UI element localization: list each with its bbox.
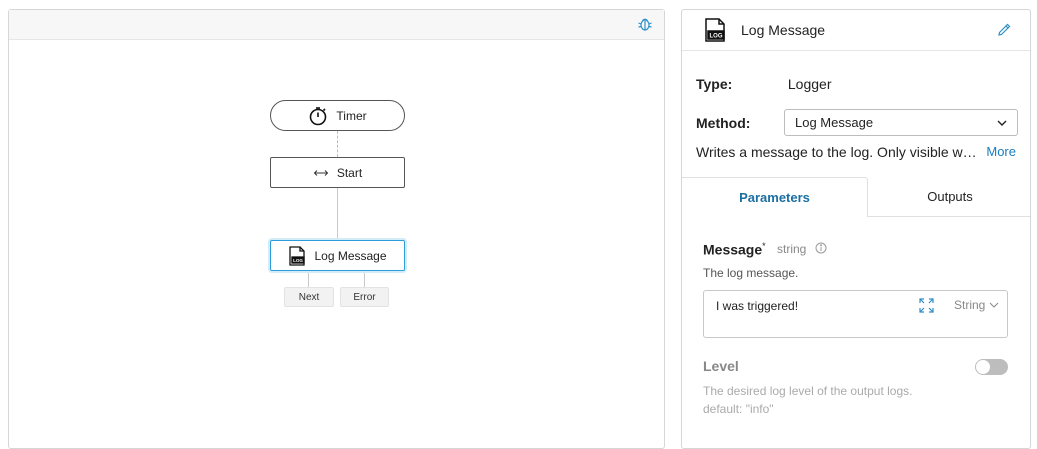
method-row: Method: Log Message <box>696 109 1018 136</box>
timer-start-connector <box>337 131 338 157</box>
error-port[interactable]: Error <box>340 287 389 307</box>
canvas-toolbar <box>9 10 664 40</box>
message-type: string <box>777 242 807 256</box>
panel-title: Log Message <box>741 22 826 38</box>
arrows-horizontal-icon <box>313 169 329 177</box>
message-value: I was triggered! <box>716 299 799 313</box>
chevron-down-icon <box>997 120 1007 126</box>
type-label: Type: <box>696 76 733 92</box>
level-field-label: Level <box>703 358 739 374</box>
start-node-label: Start <box>336 165 363 180</box>
type-value: Logger <box>787 76 832 92</box>
pencil-icon[interactable] <box>996 22 1012 38</box>
log-next-connector <box>308 271 309 287</box>
message-input[interactable]: I was triggered! String <box>703 290 1008 338</box>
level-help: The desired log level of the output logs… <box>703 382 963 418</box>
next-port[interactable]: Next <box>284 287 334 307</box>
svg-text:LOG: LOG <box>710 34 723 40</box>
inspector-panel: LOG Log Message Type: Logger Method: Log… <box>681 9 1031 449</box>
chevron-down-icon <box>990 302 999 308</box>
method-value: Log Message <box>795 115 874 130</box>
message-label-text: Message <box>703 241 763 258</box>
expand-icon[interactable] <box>919 298 934 313</box>
level-default-text: default: "info" <box>703 402 774 416</box>
log-node-label: Log Message <box>314 248 387 263</box>
log-message-node[interactable]: LOG Log Message <box>270 240 405 271</box>
panel-header: LOG Log Message <box>682 10 1030 51</box>
required-mark: * <box>762 241 766 251</box>
tab-outputs[interactable]: Outputs <box>868 177 1030 217</box>
workflow-canvas[interactable]: Timer Start LOG Log Message Next Error <box>8 9 665 449</box>
more-link[interactable]: More <box>986 144 1016 160</box>
description-text: Writes a message to the log. Only visibl… <box>696 144 978 160</box>
start-node[interactable]: Start <box>270 157 405 188</box>
value-type-dropdown[interactable]: String <box>954 298 999 312</box>
method-description: Writes a message to the log. Only visibl… <box>696 144 1016 160</box>
method-select[interactable]: Log Message <box>784 109 1018 136</box>
log-error-connector <box>364 271 365 287</box>
timer-node-label: Timer <box>336 108 367 123</box>
level-toggle[interactable] <box>975 359 1008 375</box>
type-row: Type: Logger <box>696 76 831 92</box>
panel-tabs: Parameters Outputs <box>682 177 1030 217</box>
value-type-label: String <box>954 298 986 312</box>
method-label: Method: <box>696 114 751 131</box>
svg-text:LOG: LOG <box>294 258 304 263</box>
tab-parameters[interactable]: Parameters <box>682 177 868 217</box>
message-help: The log message. <box>703 266 799 280</box>
start-log-connector <box>337 188 338 240</box>
level-help-text: The desired log level of the output logs… <box>703 384 913 398</box>
message-field-label: Message* <box>703 241 766 258</box>
log-file-icon: LOG <box>288 245 306 266</box>
timer-node[interactable]: Timer <box>270 100 405 131</box>
log-file-icon: LOG <box>705 18 725 42</box>
bug-icon[interactable] <box>636 15 654 33</box>
toggle-knob <box>976 360 990 374</box>
stopwatch-icon <box>308 106 328 126</box>
info-icon[interactable] <box>815 242 827 254</box>
